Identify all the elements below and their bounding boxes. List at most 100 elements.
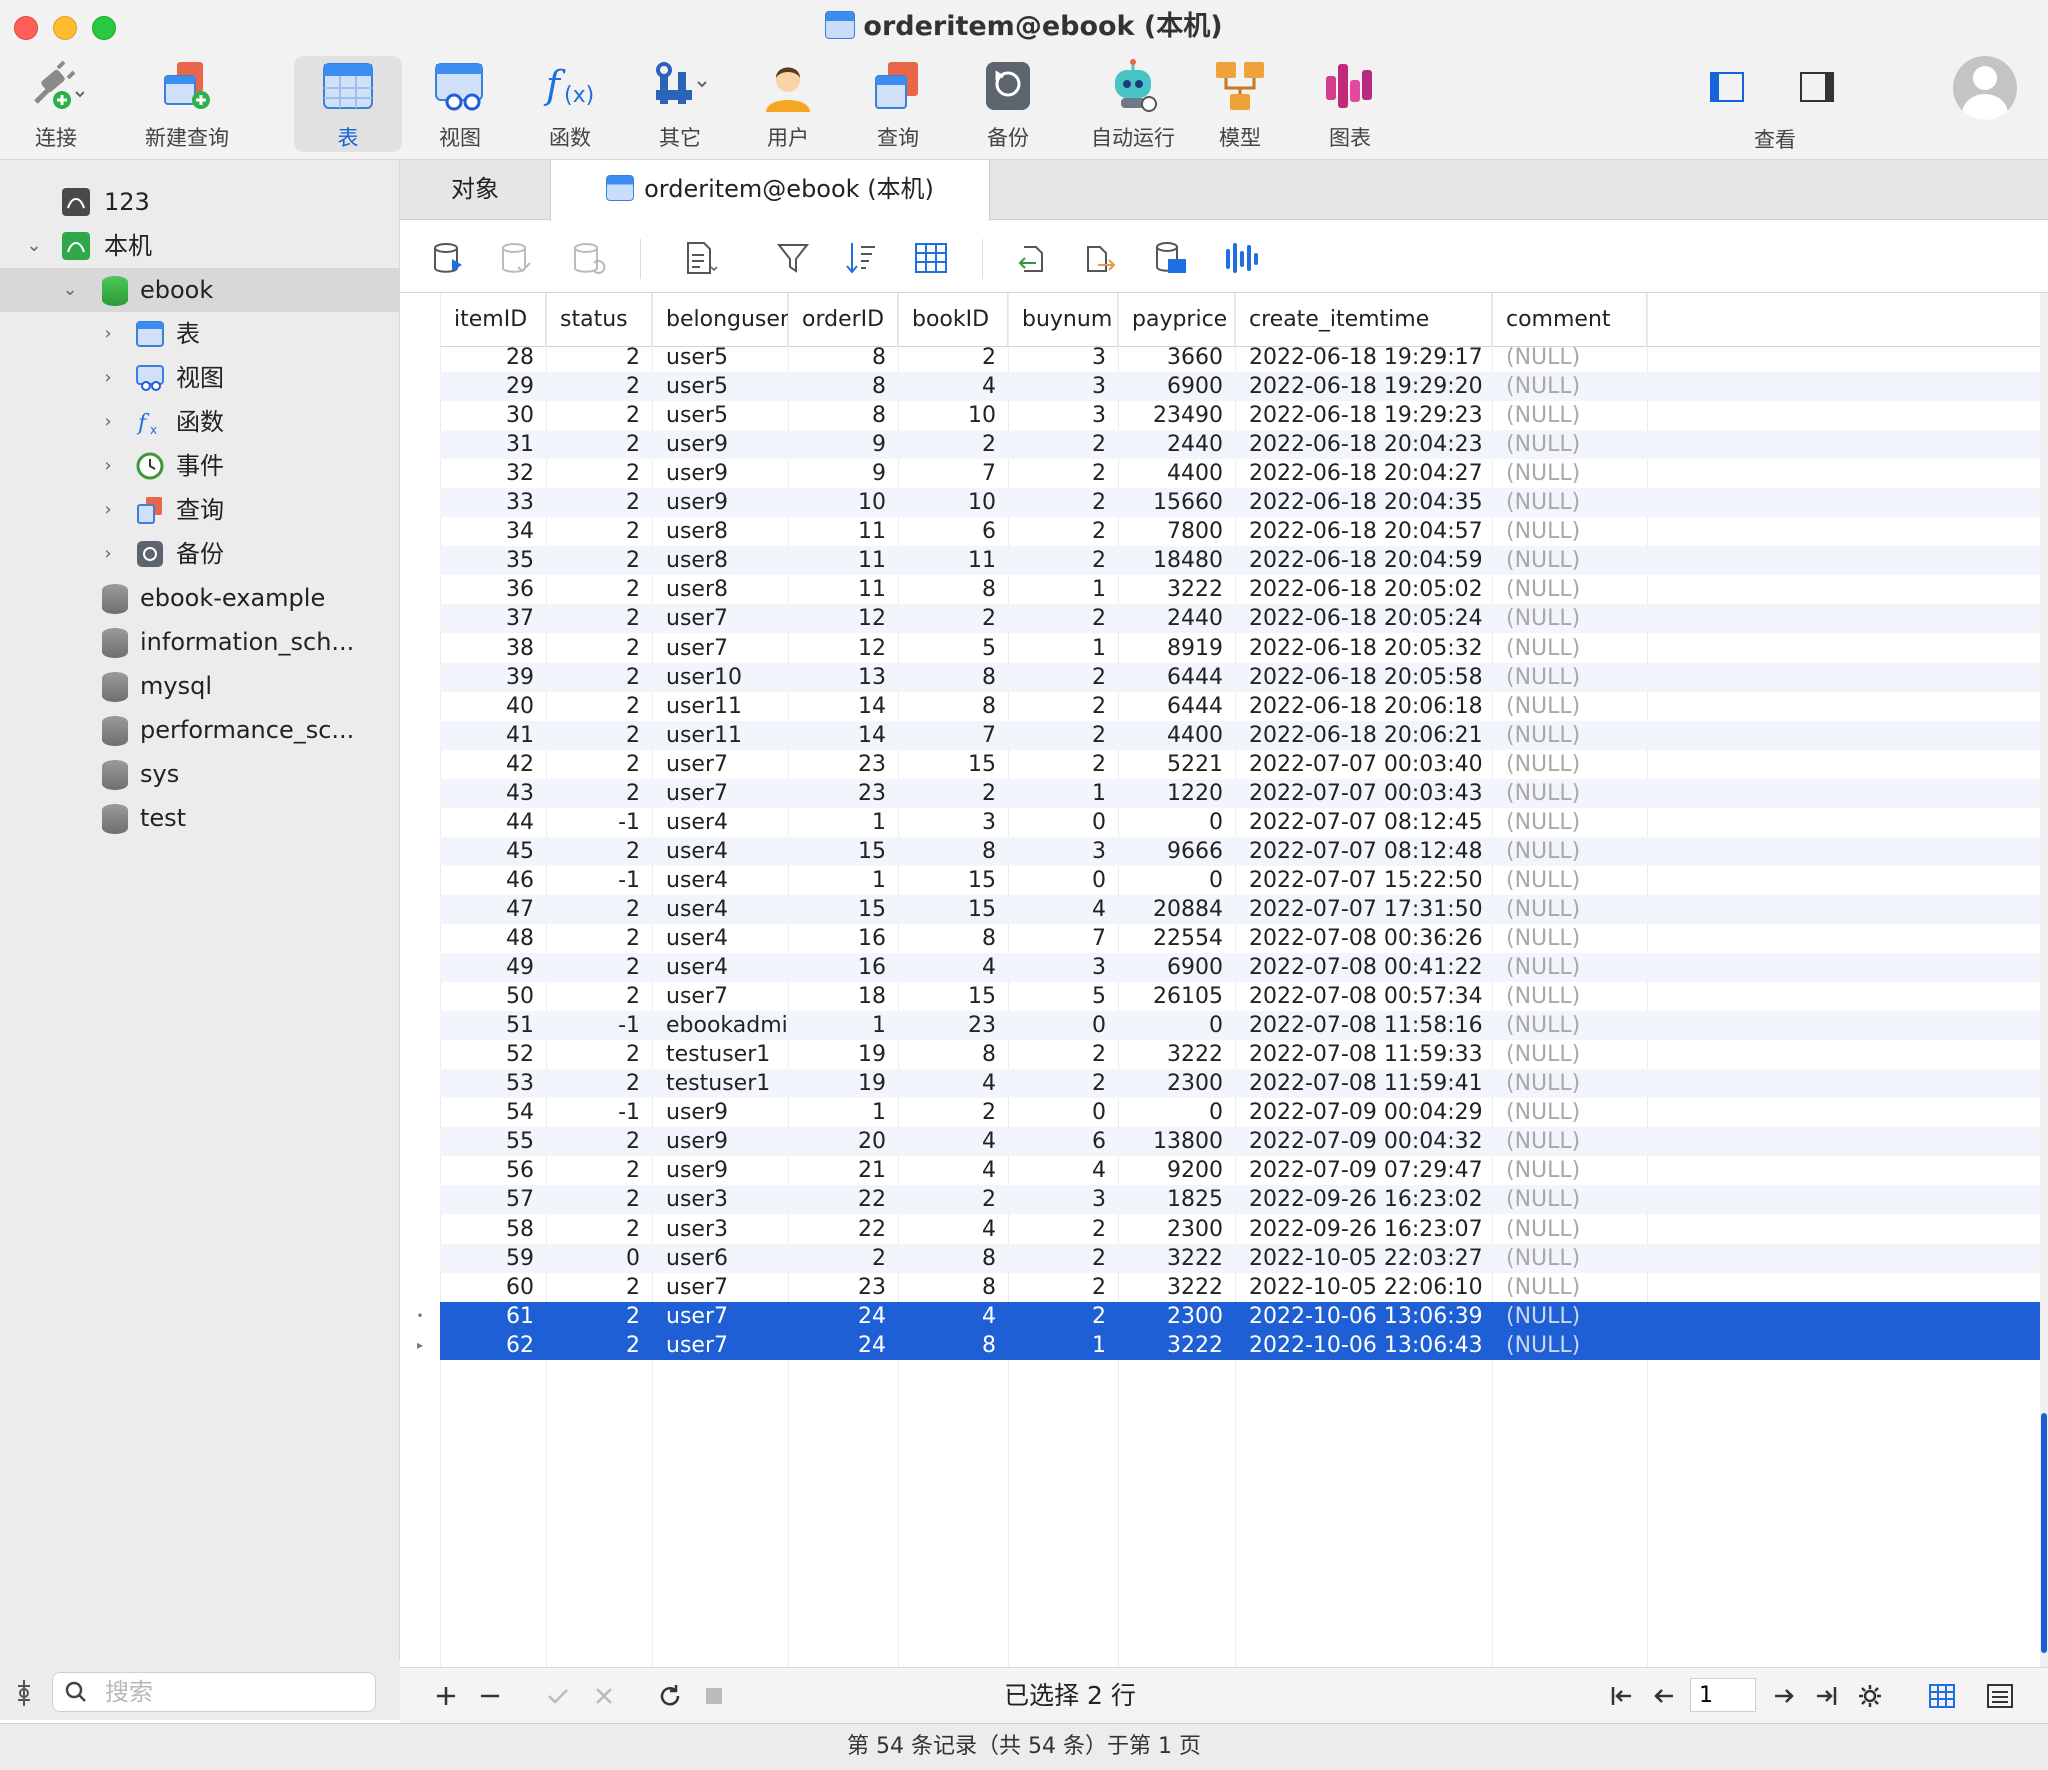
cell-belonguser[interactable]: user4 bbox=[652, 924, 788, 953]
cell-comment[interactable]: (NULL) bbox=[1492, 721, 1647, 750]
cell-orderid[interactable]: 13 bbox=[788, 663, 898, 692]
cell-payprice[interactable]: 1825 bbox=[1118, 1185, 1235, 1214]
model-button[interactable]: 模型 bbox=[1190, 56, 1290, 152]
cell-payprice[interactable]: 2440 bbox=[1118, 430, 1235, 459]
begin-transaction-icon[interactable] bbox=[432, 241, 466, 275]
sidebar-item-ebook[interactable]: ⌄ ebook bbox=[0, 268, 399, 312]
chevron-down-icon[interactable]: ⌄ bbox=[24, 224, 44, 268]
row-marker[interactable] bbox=[400, 1185, 440, 1215]
cell-buynum[interactable]: 0 bbox=[1008, 808, 1118, 837]
cell-create-itemtime[interactable]: 2022-06-18 20:06:21 bbox=[1235, 721, 1492, 750]
cell-orderid[interactable]: 22 bbox=[788, 1185, 898, 1214]
cell-orderid[interactable]: 19 bbox=[788, 1069, 898, 1098]
cell-orderid[interactable]: 18 bbox=[788, 982, 898, 1011]
cell-comment[interactable]: (NULL) bbox=[1492, 1098, 1647, 1127]
cell-comment[interactable]: (NULL) bbox=[1492, 1185, 1647, 1214]
cell-itemid[interactable]: 33 bbox=[440, 488, 546, 517]
cell-buynum[interactable]: 2 bbox=[1008, 604, 1118, 633]
cell-buynum[interactable]: 2 bbox=[1008, 488, 1118, 517]
row-marker[interactable] bbox=[400, 459, 440, 489]
cell-create-itemtime[interactable]: 2022-06-18 19:29:20 bbox=[1235, 372, 1492, 401]
cell-payprice[interactable]: 0 bbox=[1118, 808, 1235, 837]
cell-create-itemtime[interactable]: 2022-06-18 20:04:27 bbox=[1235, 459, 1492, 488]
cell-orderid[interactable]: 15 bbox=[788, 895, 898, 924]
cell-buynum[interactable]: 2 bbox=[1008, 430, 1118, 459]
table-row[interactable]: 33 2 user9 10 10 2 15660 2022-06-18 20:04:35 (NU… bbox=[400, 488, 2045, 518]
row-marker[interactable] bbox=[400, 1272, 440, 1302]
query-button[interactable]: 查询 bbox=[848, 56, 948, 152]
cell-create-itemtime[interactable]: 2022-07-09 07:29:47 bbox=[1235, 1156, 1492, 1185]
cell-payprice[interactable]: 22554 bbox=[1118, 924, 1235, 953]
cell-buynum[interactable]: 3 bbox=[1008, 343, 1118, 372]
column-header-itemid[interactable]: itemID bbox=[440, 293, 546, 347]
cell-buynum[interactable]: 2 bbox=[1008, 721, 1118, 750]
cell-payprice[interactable]: 26105 bbox=[1118, 982, 1235, 1011]
cell-payprice[interactable]: 15660 bbox=[1118, 488, 1235, 517]
cell-payprice[interactable]: 3222 bbox=[1118, 1331, 1235, 1360]
cell-orderid[interactable]: 1 bbox=[788, 866, 898, 895]
cell-itemid[interactable]: 51 bbox=[440, 1011, 546, 1040]
cell-belonguser[interactable]: user5 bbox=[652, 372, 788, 401]
row-marker[interactable] bbox=[400, 720, 440, 750]
cell-orderid[interactable]: 8 bbox=[788, 372, 898, 401]
cell-comment[interactable]: (NULL) bbox=[1492, 488, 1647, 517]
row-marker[interactable] bbox=[400, 1214, 440, 1244]
cell-comment[interactable]: (NULL) bbox=[1492, 779, 1647, 808]
column-header-orderid[interactable]: orderID bbox=[788, 293, 898, 347]
left-panel-toggle-icon[interactable] bbox=[1710, 72, 1744, 102]
cell-status[interactable]: 2 bbox=[546, 546, 652, 575]
cell-buynum[interactable]: 2 bbox=[1008, 1069, 1118, 1098]
sort-icon[interactable] bbox=[844, 241, 878, 275]
row-marker[interactable] bbox=[400, 430, 440, 460]
cell-bookid[interactable]: 8 bbox=[898, 575, 1008, 604]
cell-payprice[interactable]: 18480 bbox=[1118, 546, 1235, 575]
row-marker[interactable] bbox=[400, 807, 440, 837]
cell-buynum[interactable]: 2 bbox=[1008, 1040, 1118, 1069]
row-marker[interactable] bbox=[400, 633, 440, 663]
table-row[interactable]: 57 2 user3 22 2 3 1825 2022-09-26 16:23:02 (NULL… bbox=[400, 1185, 2045, 1215]
cell-create-itemtime[interactable]: 2022-07-07 00:03:40 bbox=[1235, 750, 1492, 779]
row-marker[interactable] bbox=[400, 778, 440, 808]
cell-belonguser[interactable]: user9 bbox=[652, 1127, 788, 1156]
cell-status[interactable]: 2 bbox=[546, 1215, 652, 1244]
cell-payprice[interactable]: 0 bbox=[1118, 866, 1235, 895]
table-row[interactable]: 38 2 user7 12 5 1 8919 2022-06-18 20:05:32 (NULL… bbox=[400, 633, 2045, 663]
cell-status[interactable]: 2 bbox=[546, 1302, 652, 1331]
cell-orderid[interactable]: 1 bbox=[788, 1098, 898, 1127]
cell-itemid[interactable]: 31 bbox=[440, 430, 546, 459]
cell-bookid[interactable]: 3 bbox=[898, 808, 1008, 837]
cell-itemid[interactable]: 49 bbox=[440, 953, 546, 982]
cell-bookid[interactable]: 10 bbox=[898, 488, 1008, 517]
cell-comment[interactable]: (NULL) bbox=[1492, 808, 1647, 837]
vertical-scrollbar[interactable] bbox=[2040, 293, 2048, 1667]
cell-belonguser[interactable]: testuser1 bbox=[652, 1069, 788, 1098]
table-row[interactable]: 39 2 user10 13 8 2 6444 2022-06-18 20:05:58 (NUL… bbox=[400, 662, 2045, 692]
cell-comment[interactable]: (NULL) bbox=[1492, 750, 1647, 779]
chevron-right-icon[interactable]: › bbox=[98, 312, 118, 356]
cell-create-itemtime[interactable]: 2022-07-07 08:12:45 bbox=[1235, 808, 1492, 837]
cell-orderid[interactable]: 9 bbox=[788, 459, 898, 488]
cell-status[interactable]: -1 bbox=[546, 866, 652, 895]
cell-bookid[interactable]: 8 bbox=[898, 1244, 1008, 1273]
cell-status[interactable]: 2 bbox=[546, 837, 652, 866]
cell-orderid[interactable]: 19 bbox=[788, 1040, 898, 1069]
cell-create-itemtime[interactable]: 2022-06-18 20:04:59 bbox=[1235, 546, 1492, 575]
sidebar-item-views[interactable]: › 视图 bbox=[0, 356, 399, 400]
cell-status[interactable]: 2 bbox=[546, 924, 652, 953]
cell-create-itemtime[interactable]: 2022-06-18 20:05:24 bbox=[1235, 604, 1492, 633]
cell-belonguser[interactable]: ebookadmin bbox=[652, 1011, 788, 1040]
table-row[interactable]: 54 -1 user9 1 2 0 0 2022-07-09 00:04:29 (NULL) bbox=[400, 1098, 2045, 1128]
sidebar-item-ebook-example[interactable]: ebook-example bbox=[0, 576, 399, 620]
cell-payprice[interactable]: 0 bbox=[1118, 1098, 1235, 1127]
table-row[interactable]: 40 2 user11 14 8 2 6444 2022-06-18 20:06:18 (NUL… bbox=[400, 691, 2045, 721]
table-row[interactable]: 42 2 user7 23 15 2 5221 2022-07-07 00:03:40 (NUL… bbox=[400, 749, 2045, 779]
cell-belonguser[interactable]: user8 bbox=[652, 517, 788, 546]
cell-comment[interactable]: (NULL) bbox=[1492, 430, 1647, 459]
cell-comment[interactable]: (NULL) bbox=[1492, 1215, 1647, 1244]
backup-button[interactable]: 备份 bbox=[958, 56, 1058, 152]
cell-buynum[interactable]: 4 bbox=[1008, 895, 1118, 924]
cell-create-itemtime[interactable]: 2022-10-05 22:06:10 bbox=[1235, 1273, 1492, 1302]
cell-belonguser[interactable]: user5 bbox=[652, 343, 788, 372]
row-marker[interactable] bbox=[400, 953, 440, 983]
cell-payprice[interactable]: 3222 bbox=[1118, 1244, 1235, 1273]
